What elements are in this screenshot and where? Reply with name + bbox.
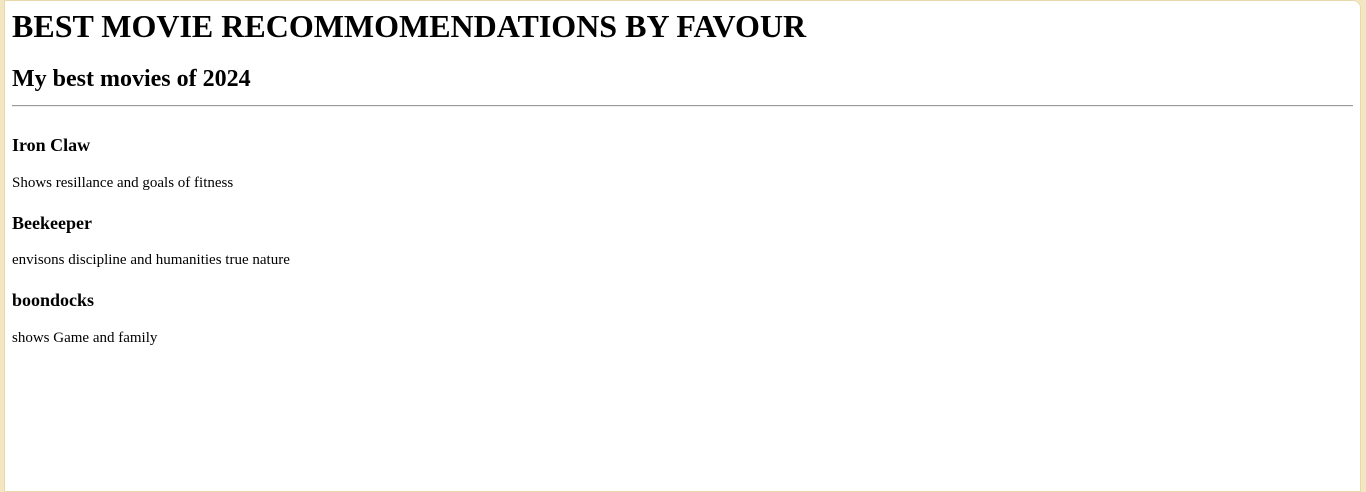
- movie-title-iron-claw: Iron Claw: [12, 135, 91, 155]
- movie-description-beekeeper: envisons discipline and humanities true …: [12, 252, 290, 268]
- page-frame: BEST MOVIE RECOMMOMENDATIONS BY FAVOUR M…: [4, 0, 1361, 492]
- page-subtitle: My best movies of 2024: [12, 66, 251, 92]
- movie-description-boondocks: shows Game and family: [12, 330, 158, 346]
- page-title: BEST MOVIE RECOMMOMENDATIONS BY FAVOUR: [12, 8, 807, 44]
- movie-title-boondocks: boondocks: [12, 290, 95, 310]
- movie-description-iron-claw: Shows resillance and goals of fitness: [12, 175, 234, 191]
- movie-title-beekeeper: Beekeeper: [12, 213, 92, 233]
- divider: [12, 105, 1353, 107]
